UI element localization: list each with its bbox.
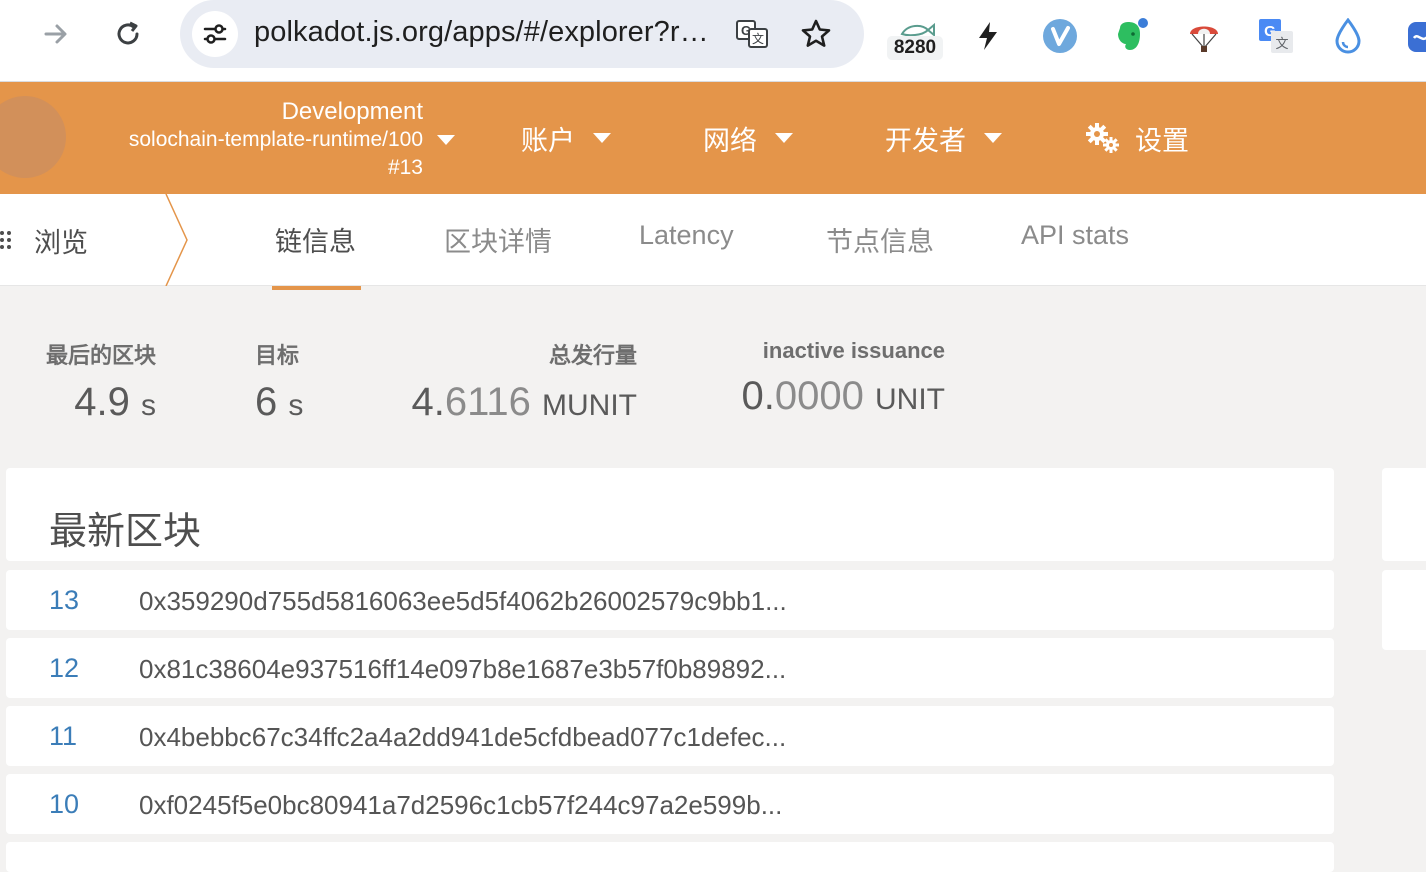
summary-label: 目标 xyxy=(255,343,300,368)
inactive-unit: UNIT xyxy=(875,383,945,416)
block-number-link[interactable]: 11 xyxy=(49,721,77,752)
block-number-link[interactable]: 10 xyxy=(49,789,79,820)
grid-icon xyxy=(0,230,12,255)
browser-toolbar: polkadot.js.org/apps/#/explorer?rpc=ws:/… xyxy=(0,0,1426,82)
tab-latency[interactable]: Latency xyxy=(639,220,734,251)
svg-text:文: 文 xyxy=(1275,37,1288,52)
drop-icon[interactable] xyxy=(1324,12,1372,60)
site-settings-icon[interactable] xyxy=(192,11,238,57)
chain-logo xyxy=(0,96,66,178)
lightning-icon[interactable] xyxy=(964,12,1012,60)
active-tab-indicator xyxy=(272,286,361,290)
target-unit: s xyxy=(288,389,304,422)
menu-label: 网络 xyxy=(703,125,757,156)
target-value: 6 xyxy=(255,380,278,424)
tabs-bar: 浏览 链信息 区块详情 Latency 节点信息 API stats xyxy=(0,193,1426,290)
block-hash: 0xf0245f5e0bc80941a7d2596c1cb57f244c97a2… xyxy=(139,790,783,820)
app-header: Development solochain-template-runtime/1… xyxy=(0,82,1426,194)
recent-blocks-header xyxy=(6,468,1334,561)
summary-value: 4.6116 MUNIT xyxy=(400,380,637,425)
reload-icon[interactable] xyxy=(108,14,148,54)
caret-down-icon xyxy=(775,133,793,143)
caret-down-icon[interactable] xyxy=(437,135,455,145)
recent-blocks-title: 最新区块 xyxy=(49,511,202,553)
block-hash: 0x4bebbc67c34ffc2a4a2dd941de5cfdbead077c… xyxy=(139,722,787,752)
menu-label: 设置 xyxy=(1135,125,1189,156)
summary-inactive-issuance: inactive issuance 0.0000 UNIT xyxy=(735,338,945,419)
summary-target: 目标 6 s xyxy=(255,338,303,425)
table-row[interactable] xyxy=(6,842,1334,872)
menu-label: 账户 xyxy=(521,125,575,156)
translate-icon[interactable]: G 文 xyxy=(732,14,772,54)
tab-api-stats[interactable]: API stats xyxy=(1021,220,1129,251)
address-bar[interactable]: polkadot.js.org/apps/#/explorer?rpc=ws:/… xyxy=(180,0,864,68)
inactive-dec: 0000 xyxy=(774,374,864,418)
menu-developer[interactable]: 开发者 xyxy=(885,118,1002,158)
caret-down-icon xyxy=(593,133,611,143)
gears-icon xyxy=(1085,122,1121,154)
menu-network[interactable]: 网络 xyxy=(703,118,793,158)
chain-name: Development xyxy=(281,98,423,125)
recent-events-card xyxy=(1382,570,1426,650)
issuance-unit: MUNIT xyxy=(542,389,637,422)
extension-badge: 8280 xyxy=(887,36,943,60)
block-hash: 0x359290d755d5816063ee5d5f4062b26002579c… xyxy=(139,586,787,616)
summary-label: 总发行量 xyxy=(548,343,637,368)
chain-best-block: #13 xyxy=(387,156,423,179)
menu-accounts[interactable]: 账户 xyxy=(521,118,611,158)
chain-selector[interactable]: Development solochain-template-runtime/1… xyxy=(60,98,423,182)
summary-value: 6 s xyxy=(255,380,303,425)
evernote-icon[interactable] xyxy=(1106,12,1154,60)
bookmark-star-icon[interactable] xyxy=(796,14,836,54)
inactive-int: 0. xyxy=(741,374,775,418)
extension-icon[interactable] xyxy=(1398,12,1426,60)
last-block-value: 4.9 xyxy=(74,380,130,424)
recent-events-header xyxy=(1382,468,1426,561)
summary-total-issuance: 总发行量 4.6116 MUNIT xyxy=(400,338,637,425)
svg-text:文: 文 xyxy=(752,31,764,46)
caret-down-icon xyxy=(984,133,1002,143)
chain-runtime: solochain-template-runtime/100 xyxy=(128,128,423,151)
issuance-dec: 6116 xyxy=(444,380,531,424)
chevron-separator-icon xyxy=(164,193,190,291)
tab-node-info[interactable]: 节点信息 xyxy=(826,220,934,259)
tab-chain-info[interactable]: 链信息 xyxy=(275,220,356,259)
url-text[interactable]: polkadot.js.org/apps/#/explorer?rpc=ws:/… xyxy=(254,16,720,49)
summary-last-block: 最后的区块 4.9 s xyxy=(32,338,156,425)
summary-value: 0.0000 UNIT xyxy=(735,374,945,419)
tab-root-label: 浏览 xyxy=(34,227,88,258)
summary-label: 最后的区块 xyxy=(45,343,156,368)
summary-value: 4.9 s xyxy=(32,380,156,425)
menu-label: 开发者 xyxy=(885,125,966,156)
forward-icon[interactable] xyxy=(36,14,76,54)
summary-label: inactive issuance xyxy=(762,338,945,363)
menu-settings[interactable]: 设置 xyxy=(1085,118,1189,158)
tab-root-explorer[interactable]: 浏览 xyxy=(0,194,88,286)
block-number-link[interactable]: 12 xyxy=(49,653,79,684)
google-translate-icon[interactable]: G文 xyxy=(1252,12,1300,60)
issuance-int: 4. xyxy=(411,380,445,424)
tab-block-details[interactable]: 区块详情 xyxy=(444,220,552,259)
last-block-unit: s xyxy=(141,389,156,422)
block-hash: 0x81c38604e937516ff14e097b8e1687e3b57f0b… xyxy=(139,654,787,684)
parachute-icon[interactable] xyxy=(1180,12,1228,60)
v-extension-icon[interactable] xyxy=(1036,12,1084,60)
block-number-link[interactable]: 13 xyxy=(49,585,79,616)
